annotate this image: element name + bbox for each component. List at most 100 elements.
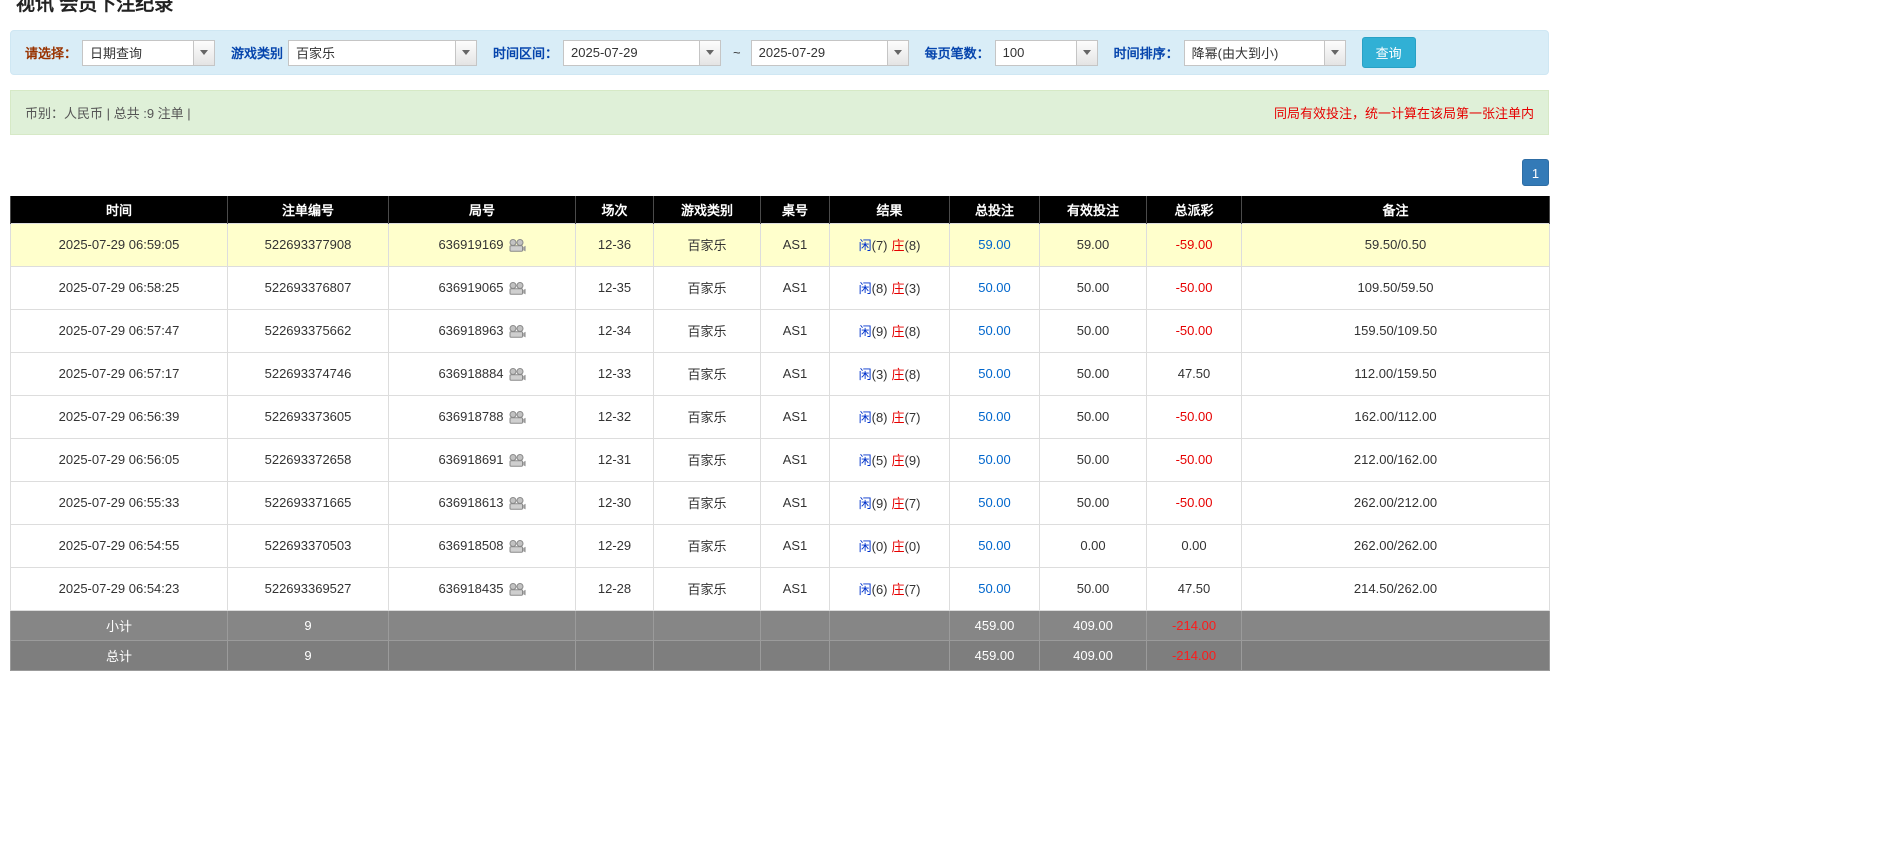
table-row: 2025-07-29 06:57:17 522693374746 636918884…: [10, 351, 1550, 396]
video-icon[interactable]: [509, 367, 526, 381]
subtotal-valid-bet: 409.00: [1039, 609, 1147, 641]
chevron-down-icon[interactable]: [1075, 40, 1097, 65]
video-icon[interactable]: [509, 281, 526, 295]
cell-game-type: 百家乐: [653, 222, 761, 267]
cell-remark: 159.50/109.50: [1241, 308, 1550, 353]
video-icon[interactable]: [509, 582, 526, 596]
payout-value: -59.00: [1175, 237, 1213, 252]
column-header: 游戏类别: [653, 196, 761, 223]
result-player-score: (9): [871, 496, 888, 511]
result-player-score: (5): [871, 453, 888, 468]
total-bet-link[interactable]: 50.00: [978, 323, 1011, 338]
cell-game-type: 百家乐: [653, 480, 761, 525]
round-number: 636918435: [438, 581, 504, 597]
result-player: 闲: [858, 496, 872, 511]
sort-combo[interactable]: 降幂(由大到小): [1183, 39, 1346, 66]
sort-value[interactable]: 降幂(由大到小): [1185, 41, 1324, 65]
page-size-value[interactable]: 100: [996, 41, 1076, 65]
payout-value: 0.00: [1181, 538, 1207, 553]
subtotal-empty-cell: [760, 609, 830, 641]
page-size-combo[interactable]: 100: [994, 39, 1098, 66]
cell-remark: 262.00/212.00: [1241, 480, 1550, 525]
cell-result: 闲(9) 庄(7): [829, 480, 950, 525]
table-row: 2025-07-29 06:54:23 522693369527 636918435…: [10, 566, 1550, 611]
cell-table-no: AS1: [760, 222, 830, 267]
chevron-down-icon[interactable]: [886, 40, 908, 65]
result-player: 闲: [858, 238, 872, 253]
date-to-combo[interactable]: 2025-07-29: [750, 39, 909, 66]
cell-session: 12-30: [575, 480, 654, 525]
page-title: 视讯 会员下注纪录: [16, 0, 174, 15]
search-button[interactable]: 查询: [1361, 37, 1416, 68]
subtotal-empty-cell: [829, 609, 950, 641]
grand-total-label: 总计: [10, 639, 228, 671]
round-number: 636918691: [438, 452, 504, 468]
cell-table-no: AS1: [760, 480, 830, 525]
video-icon[interactable]: [509, 539, 526, 553]
total-bet-link[interactable]: 50.00: [978, 452, 1011, 467]
cell-session: 12-36: [575, 222, 654, 267]
video-icon[interactable]: [509, 496, 526, 510]
total-bet-link[interactable]: 50.00: [978, 280, 1011, 295]
cell-bet-id: 522693369527: [227, 566, 389, 611]
table-row: 2025-07-29 06:58:25 522693376807 636919065…: [10, 265, 1550, 310]
cell-bet-id: 522693377908: [227, 222, 389, 267]
result-player-score: (0): [871, 539, 888, 554]
table-row: 2025-07-29 06:57:47 522693375662 636918963…: [10, 308, 1550, 353]
date-to-value[interactable]: 2025-07-29: [752, 41, 887, 65]
cell-result: 闲(6) 庄(7): [829, 566, 950, 611]
sort-label: 时间排序：: [1113, 46, 1179, 61]
date-from-value[interactable]: 2025-07-29: [564, 41, 699, 65]
grand-total-empty-cell: [388, 639, 576, 671]
cell-session: 12-35: [575, 265, 654, 310]
cell-remark: 59.50/0.50: [1241, 222, 1550, 267]
grand-total-empty-cell: [760, 639, 830, 671]
total-bet-link[interactable]: 50.00: [978, 366, 1011, 381]
column-header: 总投注: [949, 196, 1040, 223]
video-icon[interactable]: [509, 238, 526, 252]
result-player-score: (9): [871, 324, 888, 339]
cell-session: 12-28: [575, 566, 654, 611]
cell-total-bet: 50.00: [949, 265, 1040, 310]
cell-result: 闲(7) 庄(8): [829, 222, 950, 267]
cell-table-no: AS1: [760, 265, 830, 310]
result-banker: 庄: [891, 496, 905, 511]
total-bet-link[interactable]: 50.00: [978, 409, 1011, 424]
query-type-value[interactable]: 日期查询: [83, 41, 193, 65]
cell-game-type: 百家乐: [653, 351, 761, 396]
chevron-down-icon[interactable]: [1323, 40, 1345, 65]
cell-time: 2025-07-29 06:56:05: [10, 437, 228, 482]
chevron-down-icon[interactable]: [699, 40, 721, 65]
video-icon[interactable]: [509, 324, 526, 338]
result-banker: 庄: [891, 238, 905, 253]
cell-payout: 47.50: [1146, 351, 1242, 396]
round-number: 636919065: [438, 280, 504, 296]
column-header: 总派彩: [1146, 196, 1242, 223]
payout-value: -50.00: [1175, 452, 1213, 467]
cell-result: 闲(0) 庄(0): [829, 523, 950, 568]
chevron-down-icon[interactable]: [193, 40, 215, 65]
cell-bet-id: 522693372658: [227, 437, 389, 482]
game-type-value[interactable]: 百家乐: [289, 41, 455, 65]
total-bet-link[interactable]: 59.00: [978, 237, 1011, 252]
cell-game-type: 百家乐: [653, 265, 761, 310]
cell-bet-id: 522693374746: [227, 351, 389, 396]
filter-bar: 请选择： 日期查询 游戏类别 百家乐 时间区间： 2025-07-29 ~ 20…: [10, 30, 1549, 75]
subtotal-count: 9: [227, 609, 389, 641]
cell-payout: 0.00: [1146, 523, 1242, 568]
page-number-button[interactable]: 1: [1522, 159, 1549, 186]
time-range-label: 时间区间：: [493, 46, 559, 61]
total-bet-link[interactable]: 50.00: [978, 538, 1011, 553]
subtotal-empty-cell: [388, 609, 576, 641]
query-type-combo[interactable]: 日期查询: [82, 39, 216, 66]
total-bet-link[interactable]: 50.00: [978, 581, 1011, 596]
chevron-down-icon[interactable]: [455, 40, 477, 65]
video-icon[interactable]: [509, 453, 526, 467]
result-player: 闲: [858, 367, 872, 382]
total-bet-link[interactable]: 50.00: [978, 495, 1011, 510]
video-icon[interactable]: [509, 410, 526, 424]
game-type-combo[interactable]: 百家乐: [288, 39, 478, 66]
grand-total-empty-cell: [575, 639, 654, 671]
cell-table-no: AS1: [760, 566, 830, 611]
date-from-combo[interactable]: 2025-07-29: [563, 39, 722, 66]
